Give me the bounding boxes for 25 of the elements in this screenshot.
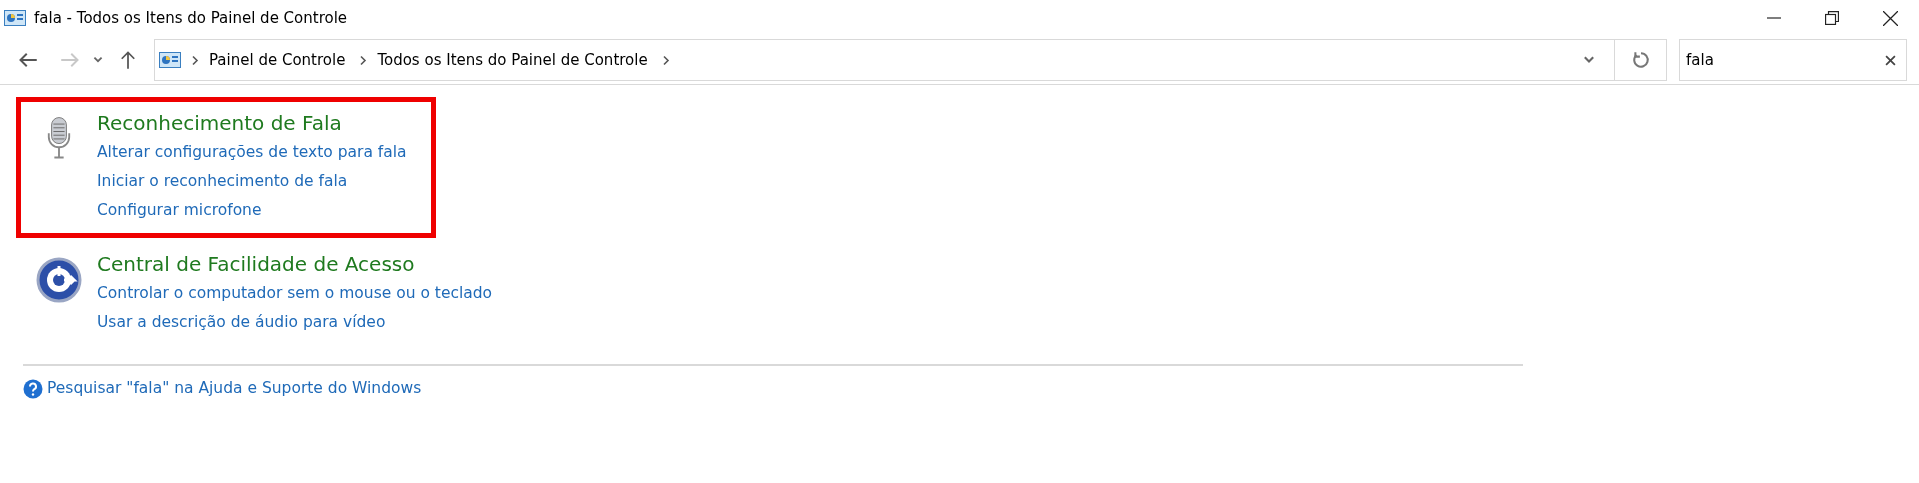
chevron-right-icon[interactable] — [191, 54, 199, 66]
clear-icon[interactable] — [1885, 54, 1896, 66]
restore-icon[interactable] — [1825, 11, 1839, 25]
control-panel-icon — [159, 52, 181, 68]
help-icon[interactable] — [23, 378, 43, 399]
accessibility-icon — [36, 257, 82, 303]
breadcrumb[interactable]: Todos os Itens do Painel de Controle — [377, 51, 648, 69]
category-title[interactable]: Reconhecimento de Fala — [97, 108, 407, 138]
chevron-right-icon[interactable] — [661, 54, 670, 66]
search-field[interactable]: fala — [1679, 39, 1907, 81]
task-link[interactable]: Configurar microfone — [97, 196, 407, 225]
window-title: fala - Todos os Itens do Painel de Controle — [34, 9, 348, 27]
task-link[interactable]: Iniciar o reconhecimento de fala — [97, 167, 407, 196]
task-link[interactable]: Alterar configurações de texto para fala — [97, 138, 407, 167]
close-icon[interactable] — [1882, 10, 1898, 26]
chevron-right-icon[interactable] — [359, 54, 368, 66]
category-title[interactable]: Central de Facilidade de Acesso — [97, 249, 493, 279]
control-panel-icon — [4, 10, 26, 26]
breadcrumb[interactable]: Painel de Controle — [209, 51, 346, 69]
task-link[interactable]: Controlar o computador sem o mouse ou o teclado — [97, 279, 493, 308]
help-link[interactable]: Pesquisar "fala" na Ajuda e Suporte do Windows — [47, 374, 422, 403]
refresh-icon[interactable] — [1631, 51, 1650, 69]
microphone-icon — [46, 116, 72, 160]
address-bar[interactable]: Painel de Controle Todos os Itens do Painel de Controle — [154, 39, 1667, 81]
task-link[interactable]: Usar a descrição de áudio para vídeo — [97, 308, 493, 337]
